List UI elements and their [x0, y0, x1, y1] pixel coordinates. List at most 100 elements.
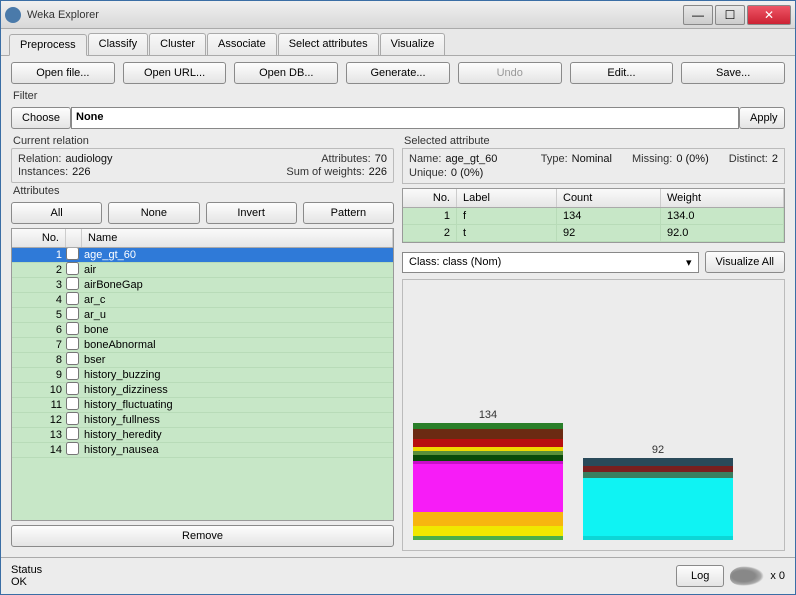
attr-checkbox[interactable]: [66, 442, 82, 458]
invert-button[interactable]: Invert: [206, 202, 297, 224]
status-heading: Status: [11, 564, 676, 576]
attr-checkbox[interactable]: [66, 337, 82, 353]
log-button[interactable]: Log: [676, 565, 724, 587]
histogram-bar-t: 92: [583, 444, 733, 540]
maximize-button[interactable]: ☐: [715, 5, 745, 25]
table-row[interactable]: 9history_buzzing: [12, 368, 393, 383]
attributes-key: Attributes:: [321, 153, 371, 165]
weka-bird-icon: [730, 566, 764, 586]
choose-filter-button[interactable]: Choose: [11, 107, 71, 129]
tab-cluster[interactable]: Cluster: [149, 33, 206, 55]
visualize-all-button[interactable]: Visualize All: [705, 251, 786, 273]
generate-button[interactable]: Generate...: [346, 62, 450, 84]
attr-no: 14: [12, 444, 66, 456]
titlebar: Weka Explorer — ☐ ✕: [1, 1, 795, 29]
attr-name: history_buzzing: [82, 369, 393, 381]
attr-checkbox[interactable]: [66, 307, 82, 323]
sa-missing-v: 0 (0%): [676, 153, 708, 165]
apply-filter-button[interactable]: Apply: [739, 107, 785, 129]
relation-key: Relation:: [18, 153, 61, 165]
attr-checkbox[interactable]: [66, 322, 82, 338]
table-row[interactable]: 6bone: [12, 323, 393, 338]
pattern-button[interactable]: Pattern: [303, 202, 394, 224]
table-row[interactable]: 13history_heredity: [12, 428, 393, 443]
tab-visualize[interactable]: Visualize: [380, 33, 446, 55]
table-row[interactable]: 12history_fullness: [12, 413, 393, 428]
attr-name: age_gt_60: [82, 249, 393, 261]
bar-f-label: 134: [479, 409, 497, 421]
tab-preprocess[interactable]: Preprocess: [9, 34, 87, 56]
table-row[interactable]: 8 bser: [12, 353, 393, 368]
table-row[interactable]: 1f134134.0: [403, 208, 784, 225]
attr-no: 12: [12, 414, 66, 426]
sa-type-k: Type:: [541, 153, 568, 165]
attr-checkbox[interactable]: [66, 397, 82, 413]
attr-name: ar_c: [82, 294, 393, 306]
attributes-value: 70: [375, 153, 387, 165]
table-row[interactable]: 11history_fluctuating: [12, 398, 393, 413]
attr-no: 3: [12, 279, 66, 291]
sa-distinct-k: Distinct:: [729, 153, 768, 165]
attr-name: history_nausea: [82, 444, 393, 456]
table-row[interactable]: 4ar_c: [12, 293, 393, 308]
attr-checkbox[interactable]: [66, 277, 82, 293]
tabs: Preprocess Classify Cluster Associate Se…: [1, 29, 795, 56]
sa-unique-v: 0 (0%): [451, 167, 483, 179]
table-row[interactable]: 10history_dizziness: [12, 383, 393, 398]
attr-no: 8: [12, 354, 66, 366]
open-url-button[interactable]: Open URL...: [123, 62, 227, 84]
undo-button[interactable]: Undo: [458, 62, 562, 84]
attr-checkbox[interactable]: [66, 427, 82, 443]
attr-no: 5: [12, 309, 66, 321]
sa-col-no: No.: [403, 189, 457, 207]
close-button[interactable]: ✕: [747, 5, 791, 25]
attr-name: bone: [82, 324, 393, 336]
chevron-down-icon: ▾: [686, 256, 692, 269]
attr-name: air: [82, 264, 393, 276]
remove-button[interactable]: Remove: [11, 525, 394, 547]
attr-checkbox[interactable]: [66, 352, 82, 368]
class-select-value: Class: class (Nom): [409, 256, 501, 268]
table-row[interactable]: 14 history_nausea: [12, 443, 393, 458]
sa-col-count: Count: [557, 189, 661, 207]
instances-value: 226: [72, 166, 90, 178]
table-row[interactable]: 1age_gt_60: [12, 248, 393, 263]
sa-unique-k: Unique:: [409, 167, 447, 179]
table-row[interactable]: 2t9292.0: [403, 225, 784, 242]
relation-value: audiology: [65, 153, 112, 165]
attributes-heading: Attributes: [13, 185, 394, 197]
attr-name: bser: [82, 354, 393, 366]
none-button[interactable]: None: [108, 202, 199, 224]
tab-classify[interactable]: Classify: [88, 33, 149, 55]
attr-name: airBoneGap: [82, 279, 393, 291]
class-select[interactable]: Class: class (Nom) ▾: [402, 252, 699, 273]
window-title: Weka Explorer: [27, 9, 681, 21]
attr-checkbox[interactable]: [66, 292, 82, 308]
attributes-table: No. Name 1age_gt_602air3airBoneGap4ar_c5…: [11, 228, 394, 521]
attr-checkbox[interactable]: [66, 382, 82, 398]
sa-name-v: age_gt_60: [445, 153, 497, 165]
minimize-button[interactable]: —: [683, 5, 713, 25]
filter-input[interactable]: None: [71, 107, 739, 129]
attr-checkbox[interactable]: [66, 367, 82, 383]
tab-select-attributes[interactable]: Select attributes: [278, 33, 379, 55]
save-button[interactable]: Save...: [681, 62, 785, 84]
attr-checkbox[interactable]: [66, 412, 82, 428]
attr-name: history_fluctuating: [82, 399, 393, 411]
table-row[interactable]: 5ar_u: [12, 308, 393, 323]
table-row[interactable]: 3 airBoneGap: [12, 278, 393, 293]
status-text: OK: [11, 576, 676, 588]
sa-col-label: Label: [457, 189, 557, 207]
table-row[interactable]: 2air: [12, 263, 393, 278]
attr-checkbox[interactable]: [66, 248, 82, 263]
all-button[interactable]: All: [11, 202, 102, 224]
open-file-button[interactable]: Open file...: [11, 62, 115, 84]
tab-associate[interactable]: Associate: [207, 33, 277, 55]
attr-checkbox[interactable]: [66, 262, 82, 278]
attr-name: history_dizziness: [82, 384, 393, 396]
histogram-bar-f: 134: [413, 409, 563, 540]
sa-missing-k: Missing:: [632, 153, 672, 165]
table-row[interactable]: 7boneAbnormal: [12, 338, 393, 353]
edit-button[interactable]: Edit...: [570, 62, 674, 84]
open-db-button[interactable]: Open DB...: [234, 62, 338, 84]
